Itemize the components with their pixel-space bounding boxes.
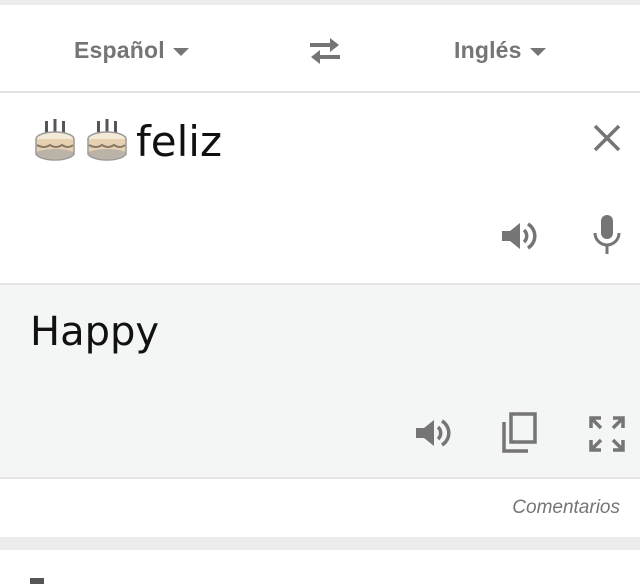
- feedback-link[interactable]: Comentarios: [512, 497, 620, 519]
- source-input[interactable]: feliz: [32, 113, 222, 169]
- clear-input-button[interactable]: [590, 121, 624, 155]
- birthday-cake-icon: [87, 119, 127, 161]
- swap-arrows-icon: [310, 38, 340, 64]
- copy-translation-button[interactable]: [500, 412, 538, 454]
- copy-icon: [502, 412, 537, 453]
- next-card: [0, 550, 640, 584]
- translate-app: Español Inglés feliz Happy Comentarios: [0, 0, 640, 584]
- translation-text: Happy: [30, 309, 160, 355]
- target-language-selector[interactable]: Inglés: [454, 33, 546, 67]
- fullscreen-icon: [589, 416, 625, 452]
- card-edge-mark: [30, 578, 44, 584]
- translation-result-panel: Happy: [0, 285, 640, 477]
- close-icon: [593, 124, 621, 152]
- swap-languages-button[interactable]: [304, 35, 346, 67]
- source-listen-button[interactable]: [500, 220, 540, 252]
- birthday-cake-icon: [35, 119, 75, 161]
- target-language-label: Inglés: [454, 36, 522, 63]
- voice-input-button[interactable]: [590, 213, 624, 257]
- source-language-label: Español: [74, 36, 165, 63]
- language-bar: Español Inglés: [0, 5, 640, 93]
- microphone-icon: [593, 215, 621, 254]
- target-chevron-down-icon: [529, 48, 546, 56]
- section-gap: [0, 537, 640, 550]
- source-chevron-down-icon: [172, 48, 189, 56]
- speaker-icon: [416, 419, 451, 447]
- source-input-panel[interactable]: feliz: [0, 93, 640, 283]
- speaker-icon: [502, 222, 537, 250]
- feedback-row: Comentarios: [0, 479, 640, 537]
- source-language-selector[interactable]: Español: [74, 33, 189, 67]
- fullscreen-button[interactable]: [588, 415, 626, 453]
- result-listen-button[interactable]: [414, 417, 454, 449]
- source-text: feliz: [136, 116, 223, 166]
